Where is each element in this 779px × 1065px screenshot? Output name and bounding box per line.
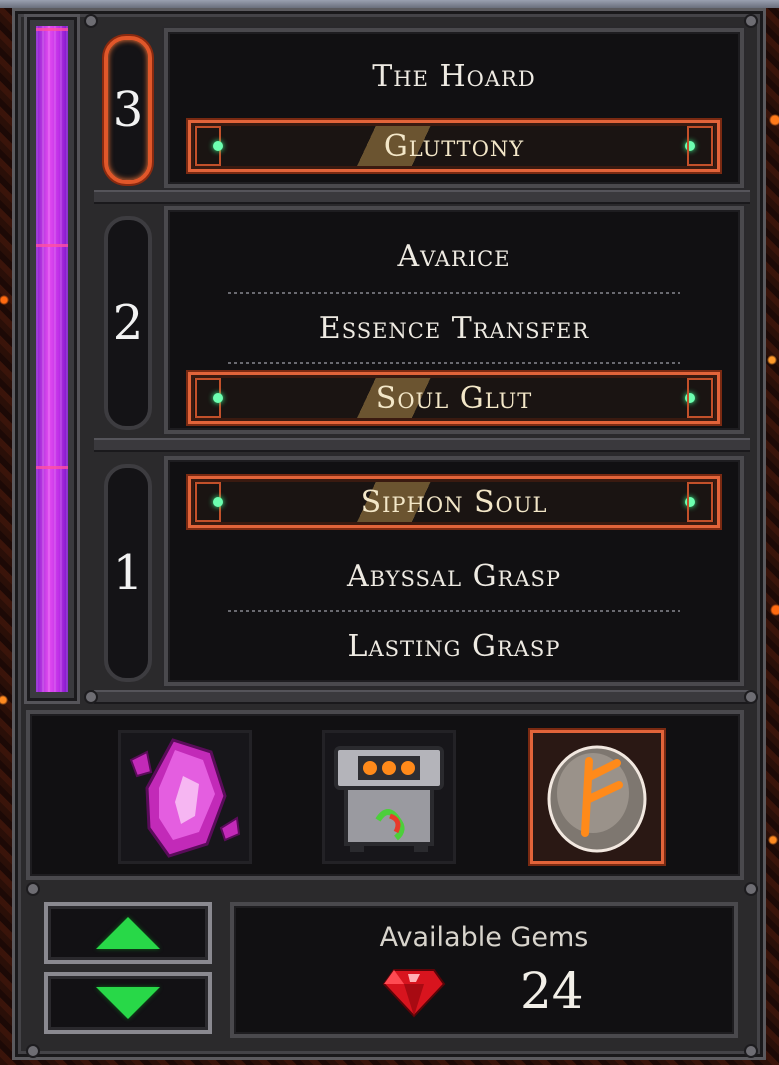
talent-label: Gluttony <box>383 128 525 164</box>
emerald-gem-icon <box>213 497 223 507</box>
rivet <box>84 690 98 704</box>
ornament-right <box>687 126 713 166</box>
meter-tick <box>36 466 68 469</box>
talent-essence-transfer[interactable]: Essence Transfer <box>188 302 720 354</box>
tier-2: 2 Avarice Essence Transfer Soul Glut <box>94 206 744 434</box>
rivet <box>744 14 758 28</box>
talent-abyssal-grasp[interactable]: Abyssal Grasp <box>188 550 720 602</box>
scroll-down-button[interactable] <box>44 972 212 1034</box>
rivet <box>744 1044 758 1058</box>
tier-panel: Siphon Soul Abyssal Grasp Lasting Grasp <box>164 456 744 686</box>
rivet <box>84 14 98 28</box>
scroll-up-button[interactable] <box>44 902 212 964</box>
gems-count: 24 <box>520 962 584 1020</box>
emerald-gem-icon <box>213 393 223 403</box>
row-separator <box>228 292 680 294</box>
item-slots <box>26 710 744 880</box>
emerald-gem-icon <box>213 141 223 151</box>
talent-siphon-soul[interactable]: Siphon Soul <box>188 476 720 528</box>
scroll-arrows <box>44 902 214 1034</box>
rivet <box>744 882 758 896</box>
talent-gluttony[interactable]: Gluttony <box>188 120 720 172</box>
talent-soul-glut[interactable]: Soul Glut <box>188 372 720 424</box>
rivet <box>744 690 758 704</box>
row-separator <box>228 362 680 364</box>
available-gems-panel: Available Gems 24 <box>230 902 738 1038</box>
tier-number: 1 <box>104 464 152 682</box>
item-slot-furnace[interactable] <box>322 730 456 864</box>
soul-meter <box>24 14 80 704</box>
furnace-machine-icon <box>334 746 444 852</box>
tier-1: 1 Siphon Soul Abyssal Grasp Lasting Gras… <box>94 456 744 686</box>
talent-avarice[interactable]: Avarice <box>188 230 720 282</box>
gems-label: Available Gems <box>379 922 589 953</box>
tier-panel: The Hoard Gluttony <box>164 28 744 188</box>
pink-crystal-icon <box>129 738 241 858</box>
soul-meter-fill <box>36 26 68 692</box>
item-slot-crystal[interactable] <box>118 730 252 864</box>
tier-panel: Avarice Essence Transfer Soul Glut <box>164 206 744 434</box>
top-strip <box>0 0 779 8</box>
tier-divider <box>94 438 750 452</box>
talent-lasting-grasp[interactable]: Lasting Grasp <box>188 620 720 672</box>
ornament-right <box>687 482 713 522</box>
rivet <box>26 882 40 896</box>
rivet <box>26 1044 40 1058</box>
item-slot-rune[interactable] <box>530 730 664 864</box>
arrow-up-icon <box>96 917 160 949</box>
talent-the-hoard[interactable]: The Hoard <box>188 50 720 102</box>
ornament-right <box>687 378 713 418</box>
meter-tick <box>36 28 68 31</box>
meter-tick <box>36 244 68 247</box>
talent-label: Siphon Soul <box>360 484 548 520</box>
row-separator <box>228 610 680 612</box>
tier-number: 3 <box>104 36 152 184</box>
rune-stone-icon <box>547 745 647 853</box>
tier-divider <box>94 690 750 704</box>
talent-label: Soul Glut <box>375 380 533 416</box>
red-gem-icon <box>382 969 446 1018</box>
tier-3: 3 The Hoard Gluttony <box>94 28 744 188</box>
arrow-down-icon <box>96 987 160 1019</box>
tier-divider <box>94 190 750 204</box>
tier-number: 2 <box>104 216 152 430</box>
